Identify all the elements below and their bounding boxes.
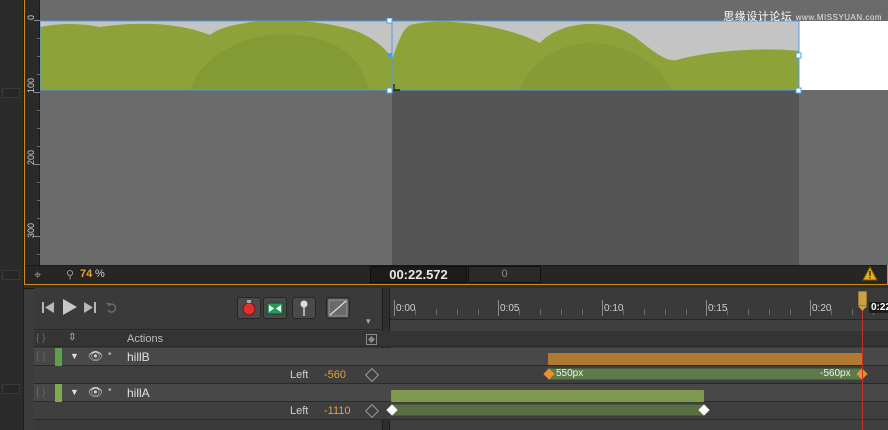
time-label-15: 0:15 (708, 303, 728, 314)
property-value[interactable]: -560 (324, 369, 346, 381)
easing-button[interactable] (326, 297, 350, 319)
ruler-tick (37, 110, 40, 111)
magnifier-icon[interactable]: ⚲ (66, 268, 74, 281)
lock-dot-icon[interactable]: • (108, 385, 112, 396)
eye-icon[interactable]: 👁 (88, 349, 103, 363)
property-name: Left (290, 405, 309, 417)
left-strip-marker (2, 270, 20, 280)
time-tick (540, 309, 541, 315)
property-name: Left (290, 369, 309, 381)
playhead-line (862, 300, 863, 430)
playhead-time-label: 0:22 (869, 302, 888, 313)
time-tick (748, 309, 749, 315)
ruler-tick (37, 254, 40, 255)
next-icon[interactable] (84, 301, 96, 314)
time-tick (602, 300, 603, 316)
zoom-unit: % (95, 268, 105, 280)
sort-icon[interactable]: ⇳ (68, 332, 76, 343)
playhead-handle[interactable] (858, 291, 867, 311)
layer-name-hillB[interactable]: hillB (127, 350, 150, 364)
time-tick (769, 309, 770, 315)
time-label-5: 0:05 (500, 303, 520, 314)
record-icon (242, 300, 256, 316)
ruler-label-0: 0 (26, 14, 36, 20)
stage-dark-area (392, 90, 799, 265)
warning-icon[interactable] (862, 266, 878, 281)
ruler-tick (37, 218, 40, 219)
play-icon[interactable] (62, 298, 78, 316)
ruler-label-100: 100 (26, 77, 36, 93)
ruler-label-200: 200 (26, 149, 36, 165)
zoom-level[interactable]: 74 (80, 268, 92, 280)
ruler-tick (37, 182, 40, 183)
chevron-down-icon[interactable]: ▾ (366, 316, 371, 327)
property-value[interactable]: -1110 (324, 405, 351, 417)
time-tick (790, 309, 791, 315)
time-label-0: 0:00 (396, 303, 416, 314)
ruler-tick (37, 74, 40, 75)
stage-white-region (799, 21, 888, 90)
braces-icon[interactable]: { } (36, 333, 45, 344)
time-tick (810, 300, 811, 316)
left-strip-marker (2, 384, 20, 394)
time-tick (561, 309, 562, 315)
transition-button[interactable] (263, 297, 287, 319)
record-button[interactable] (237, 297, 261, 319)
ruler-tick (37, 38, 40, 39)
time-tick (436, 309, 437, 315)
left-strip-marker (2, 88, 20, 98)
add-action-icon[interactable] (366, 334, 377, 345)
lock-dot-icon[interactable]: • (108, 349, 112, 360)
easing-icon (328, 299, 348, 317)
time-tick (478, 309, 479, 315)
ruler-tick (37, 128, 40, 129)
actions-label: Actions (127, 333, 164, 345)
layer-name-hillA[interactable]: hillA (127, 386, 150, 400)
transition-bar-hillA[interactable] (391, 404, 704, 416)
eye-icon[interactable]: 👁 (88, 385, 103, 399)
time-tick (852, 309, 853, 315)
time-tick (665, 309, 666, 315)
watermark-site: www.MISSYUAN.com (795, 13, 882, 22)
expand-icon[interactable]: ▼ (70, 351, 79, 361)
time-tick (498, 300, 499, 316)
transition-icon (266, 302, 284, 315)
loop-icon[interactable] (106, 302, 118, 314)
frame-value[interactable]: 0 (468, 268, 541, 280)
ruler-label-300: 300 (26, 222, 36, 238)
time-label-20: 0:20 (812, 303, 832, 314)
time-tick (644, 309, 645, 315)
ruler-tick (34, 20, 40, 21)
time-tick (686, 309, 687, 315)
ruler-tick (37, 56, 40, 57)
transition-bar-hillB[interactable] (548, 368, 862, 380)
pin-icon (300, 300, 308, 316)
previous-icon[interactable] (42, 301, 54, 314)
time-tick (457, 309, 458, 315)
layer-bar-hillB[interactable] (548, 353, 862, 365)
selection-outline[interactable] (38, 18, 808, 94)
pin-button[interactable] (292, 297, 316, 319)
crosshair-icon[interactable]: ⌖ (34, 268, 47, 281)
current-time[interactable]: 00:22.572 (370, 267, 467, 282)
ruler-tick (37, 200, 40, 201)
transition-start-label: 550px (556, 368, 584, 379)
left-toolbar-strip (0, 0, 24, 430)
layer-bar-hillA[interactable] (391, 390, 704, 402)
braces-icon[interactable]: { } (36, 387, 45, 398)
time-tick (582, 309, 583, 315)
time-label-10: 0:10 (604, 303, 624, 314)
ruler-tick (37, 146, 40, 147)
watermark: 思缘设计论坛 www.MISSYUAN.com (723, 8, 882, 24)
transition-end-label: -560px (820, 368, 851, 379)
time-tick (394, 300, 395, 316)
braces-icon[interactable]: { } (36, 351, 45, 362)
watermark-text: 思缘设计论坛 (723, 11, 793, 23)
time-tick (706, 300, 707, 316)
expand-icon[interactable]: ▼ (70, 387, 79, 397)
